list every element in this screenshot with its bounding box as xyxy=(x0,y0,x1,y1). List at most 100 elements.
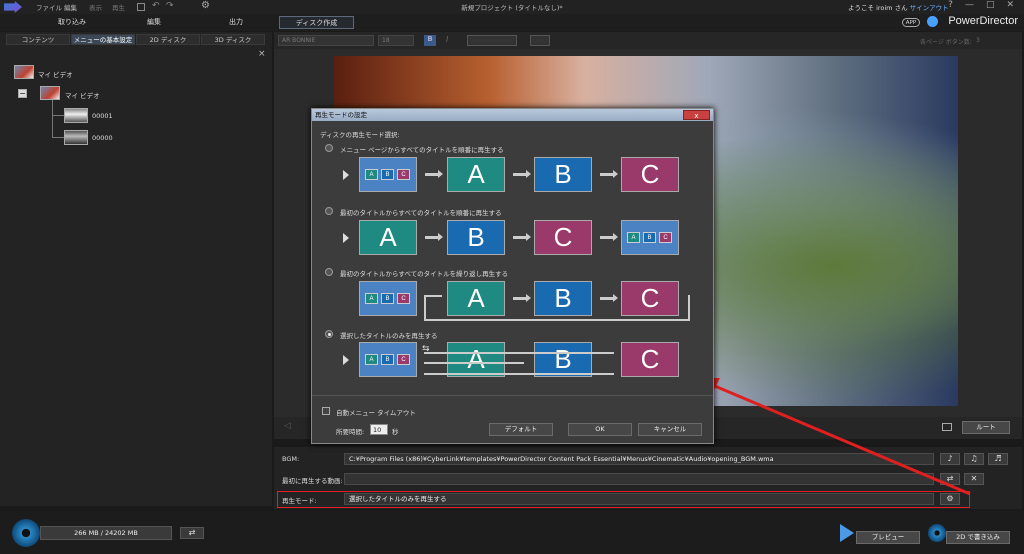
arrow-icon xyxy=(513,233,531,241)
arrow-icon xyxy=(600,170,618,178)
annotation-arrow xyxy=(698,378,971,496)
menu-card: ABC xyxy=(359,342,417,377)
welcome-text: ようこそ iroim さん サインアウト xyxy=(848,4,949,12)
arrow-icon xyxy=(425,233,443,241)
font-size-select[interactable]: 18 xyxy=(378,35,414,46)
collapse-toggle[interactable]: − xyxy=(18,89,27,98)
cancel-button[interactable]: キャンセル xyxy=(638,423,702,436)
autoplay-label: 自動メニュー タイムアウト xyxy=(336,409,416,417)
mini-c: C xyxy=(397,293,410,304)
tree-clip-label[interactable]: 00000 xyxy=(92,134,113,142)
autoplay-checkbox[interactable] xyxy=(322,407,330,415)
panel-close-icon[interactable]: × xyxy=(258,49,266,59)
tree-line xyxy=(52,115,64,116)
option-label[interactable]: 最初のタイトルからすべてのタイトルを繰り返し再生する xyxy=(340,268,508,278)
tab-output[interactable]: 出力 xyxy=(200,16,272,29)
subtab-menu-basic[interactable]: メニューの基本設定 xyxy=(71,34,135,45)
arrow-icon xyxy=(513,170,531,178)
double-arrow-icon: ⇆ xyxy=(422,344,430,354)
signout-link[interactable]: サインアウト xyxy=(910,4,949,12)
prev-page-icon[interactable]: ◁ xyxy=(284,421,291,431)
ok-button[interactable]: OK xyxy=(568,423,632,436)
maximize-icon[interactable]: □ xyxy=(986,0,995,10)
title-card-b: B xyxy=(447,220,505,255)
font-select[interactable]: AR BONNIE xyxy=(278,35,374,46)
dialog-divider xyxy=(312,395,713,396)
arrow-icon xyxy=(425,170,443,178)
preview-button[interactable]: プレビュー xyxy=(856,531,920,544)
option-label[interactable]: 最初のタイトルからすべてのタイトルを順番に再生する xyxy=(340,207,502,217)
mini-a: A xyxy=(365,354,378,365)
app-badge[interactable]: APP xyxy=(902,18,920,27)
option-radio-first-repeat[interactable] xyxy=(325,268,333,276)
align-buttons[interactable] xyxy=(467,35,517,46)
bottom-bar: 266 MB / 24202 MB ⇄ プレビュー 2D で書き込み xyxy=(0,511,1024,554)
mini-a: A xyxy=(365,169,378,180)
subtab-3d-disc[interactable]: 3D ディスク xyxy=(201,34,265,45)
tab-import[interactable]: 取り込み xyxy=(36,16,108,29)
mini-b: B xyxy=(643,232,656,243)
tree-clip-label[interactable]: 00001 xyxy=(92,112,113,120)
subtab-content[interactable]: コンテンツ xyxy=(6,34,70,45)
child-thumbnail xyxy=(40,86,60,100)
title-card-b: B xyxy=(534,157,592,192)
text-toolbar: AR BONNIE 18 B I 各ページ ボタン数: 3 xyxy=(274,32,1022,49)
mini-b: B xyxy=(381,293,394,304)
brand-logo-icon xyxy=(927,16,938,27)
menu-card: ABC xyxy=(621,220,679,255)
bgm-label: BGM: xyxy=(282,455,300,463)
option-radio-selected-only[interactable] xyxy=(325,330,333,338)
tab-edit[interactable]: 編集 xyxy=(118,16,190,29)
title-card-a: A xyxy=(359,220,417,255)
tree-root-label[interactable]: マイ ビデオ xyxy=(38,69,73,79)
default-button[interactable]: デフォルト xyxy=(489,423,553,436)
return-arrow-line xyxy=(424,352,614,354)
clip-thumbnail xyxy=(64,108,88,123)
brand-name: PowerDirector xyxy=(948,15,1018,27)
clip-thumbnail xyxy=(64,130,88,145)
option-radio-menu-sequential[interactable] xyxy=(325,144,333,152)
subtab-2d-disc[interactable]: 2D ディスク xyxy=(136,34,200,45)
arrow-icon xyxy=(600,233,618,241)
minimize-icon[interactable]: — xyxy=(965,0,974,10)
title-card-c: C xyxy=(621,157,679,192)
repeat-loop-line xyxy=(424,295,442,297)
return-arrow-line xyxy=(424,373,614,375)
disc-capacity: 266 MB / 24202 MB xyxy=(40,526,172,540)
title-card-a: A xyxy=(447,342,505,377)
tree-child-label[interactable]: マイ ビデオ xyxy=(65,90,100,100)
play-mode-dialog: 再生モードの設定 x ディスクの再生モード選択: メニュー ページからすべてのタ… xyxy=(311,108,714,444)
option-radio-first-sequential[interactable] xyxy=(325,207,333,215)
italic-button[interactable]: I xyxy=(446,35,448,44)
option-label[interactable]: 選択したタイトルのみを再生する xyxy=(340,330,438,340)
play-icon xyxy=(343,233,349,243)
close-icon[interactable]: ✕ xyxy=(1006,0,1014,10)
title-card-c: C xyxy=(621,342,679,377)
repeat-loop-line xyxy=(424,295,690,321)
mini-b: B xyxy=(381,354,394,365)
burn-disc-icon xyxy=(928,524,946,542)
disc-type-switch-button[interactable]: ⇄ xyxy=(180,527,204,539)
option-label[interactable]: メニュー ページからすべてのタイトルを順番に再生する xyxy=(340,144,504,154)
mini-a: A xyxy=(627,232,640,243)
buttons-per-page-value[interactable]: 3 xyxy=(976,37,980,44)
play-icon xyxy=(343,355,349,365)
bgm-edit-button[interactable]: ♬ xyxy=(988,453,1008,465)
duration-label: 所要時間: xyxy=(336,428,365,436)
play-icon xyxy=(343,170,349,180)
layout-grid-icon[interactable] xyxy=(530,35,550,46)
title-card-c: C xyxy=(534,220,592,255)
help-icon[interactable]: ? xyxy=(948,0,953,10)
preview-play-icon[interactable] xyxy=(840,524,854,542)
tab-disc-create[interactable]: ディスク作成 xyxy=(279,16,354,29)
dialog-close-button[interactable]: x xyxy=(683,110,710,120)
burn-2d-button[interactable]: 2D で書き込み xyxy=(946,531,1010,544)
mini-c: C xyxy=(397,354,410,365)
tree-line xyxy=(52,100,53,138)
mini-c: C xyxy=(659,232,672,243)
mini-c: C xyxy=(397,169,410,180)
first-play-label: 最初に再生する動画: xyxy=(282,477,343,485)
bold-button[interactable]: B xyxy=(424,35,436,46)
dialog-title: 再生モードの設定 xyxy=(312,109,713,121)
duration-input[interactable]: 10 xyxy=(370,424,388,435)
